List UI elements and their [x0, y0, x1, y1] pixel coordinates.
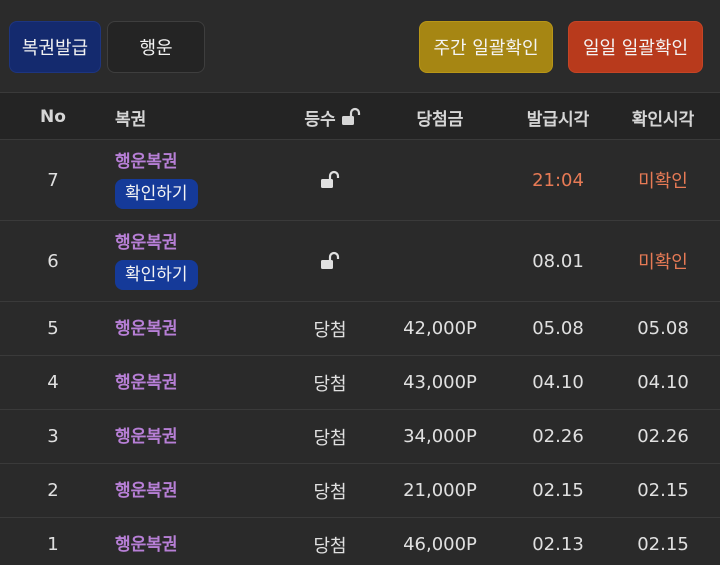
row-check-time: 04.10: [637, 372, 689, 393]
table-row: 3 행운복권 당첨 34,000P 02.26 02.26: [0, 410, 720, 464]
lottery-name-link[interactable]: 행운복권: [115, 151, 178, 173]
row-no: 2: [47, 480, 59, 501]
row-no: 4: [47, 372, 59, 393]
header-issue-time: 발급시각: [526, 109, 590, 130]
row-prize: 21,000P: [403, 480, 477, 501]
unlock-icon[interactable]: [319, 170, 341, 190]
row-no: 7: [47, 169, 59, 191]
table-row: 6 행운복권 확인하기 08.01 미확인: [0, 221, 720, 302]
row-issue-time: 08.01: [532, 250, 584, 272]
row-rank: 당첨: [313, 319, 347, 341]
row-issue-time: 02.13: [532, 534, 584, 555]
row-check-time: 05.08: [637, 318, 689, 339]
row-name-cell: 행운복권: [115, 356, 295, 409]
row-rank: 당첨: [313, 373, 347, 395]
row-issue-time: 02.15: [532, 480, 584, 501]
row-prize: 34,000P: [403, 426, 477, 447]
row-name-cell: 행운복권 확인하기: [115, 221, 295, 301]
lottery-name-link[interactable]: 행운복권: [115, 232, 178, 254]
row-prize: 42,000P: [403, 318, 477, 339]
table-header: No 복권 등수 당첨금 발급시각 확인시각: [0, 92, 720, 140]
issue-lottery-button[interactable]: 복권발급: [9, 21, 101, 73]
row-no: 1: [47, 534, 59, 555]
row-prize: [390, 140, 490, 220]
unlock-icon[interactable]: [319, 251, 341, 271]
header-rank-wrap: 등수: [298, 93, 368, 141]
table-row: 4 행운복권 당첨 43,000P 04.10 04.10: [0, 356, 720, 410]
lottery-page: 복권발급 행운 주간 일괄확인 일일 일괄확인 No 복권 등수 당첨금 발급시…: [0, 0, 720, 565]
row-rank: 당첨: [313, 481, 347, 503]
lottery-name-link[interactable]: 행운복권: [115, 480, 178, 502]
header-prize: 당첨금: [416, 109, 464, 130]
lottery-table: No 복권 등수 당첨금 발급시각 확인시각 7 행운복권 확인하기 21:04…: [0, 92, 720, 565]
row-prize: [390, 221, 490, 301]
table-row: 2 행운복권 당첨 21,000P 02.15 02.15: [0, 464, 720, 518]
table-row: 5 행운복권 당첨 42,000P 05.08 05.08: [0, 302, 720, 356]
row-name-cell: 행운복권: [115, 410, 295, 463]
lottery-name-link[interactable]: 행운복권: [115, 372, 178, 394]
header-name: 복권: [115, 109, 147, 130]
row-name-cell: 행운복권 확인하기: [115, 140, 295, 220]
header-check-time: 확인시각: [631, 109, 695, 130]
row-check-time: 02.15: [637, 480, 689, 501]
row-issue-time: 05.08: [532, 318, 584, 339]
row-check-time: 미확인: [638, 252, 688, 273]
row-no: 5: [47, 318, 59, 339]
lottery-name-link[interactable]: 행운복권: [115, 534, 178, 556]
row-prize: 43,000P: [403, 372, 477, 393]
row-rank: 당첨: [313, 535, 347, 557]
header-no: No: [40, 107, 66, 127]
row-check-time: 02.15: [637, 534, 689, 555]
row-rank: [300, 140, 360, 220]
row-rank: 당첨: [313, 427, 347, 449]
row-issue-time: 02.26: [532, 426, 584, 447]
unlock-icon[interactable]: [340, 107, 362, 127]
confirm-button[interactable]: 확인하기: [115, 179, 198, 209]
row-check-time: 02.26: [637, 426, 689, 447]
row-issue-time: 04.10: [532, 372, 584, 393]
table-row: 7 행운복권 확인하기 21:04 미확인: [0, 140, 720, 221]
row-name-cell: 행운복권: [115, 518, 295, 565]
row-no: 3: [47, 426, 59, 447]
header-rank-group: 등수: [304, 105, 361, 130]
daily-bulk-check-button[interactable]: 일일 일괄확인: [568, 21, 703, 73]
row-issue-time: 21:04: [532, 169, 584, 191]
lottery-name-link[interactable]: 행운복권: [115, 318, 178, 340]
lottery-name-link[interactable]: 행운복권: [115, 426, 178, 448]
row-name-cell: 행운복권: [115, 302, 295, 355]
confirm-button[interactable]: 확인하기: [115, 260, 198, 290]
luck-tab-button[interactable]: 행운: [107, 21, 205, 73]
table-row: 1 행운복권 당첨 46,000P 02.13 02.15: [0, 518, 720, 565]
header-rank: 등수: [304, 109, 336, 130]
row-no: 6: [47, 250, 59, 272]
toolbar: 복권발급 행운 주간 일괄확인 일일 일괄확인: [0, 0, 720, 92]
row-rank: [300, 221, 360, 301]
row-prize: 46,000P: [403, 534, 477, 555]
weekly-bulk-check-button[interactable]: 주간 일괄확인: [419, 21, 553, 73]
row-name-cell: 행운복권: [115, 464, 295, 517]
row-check-time: 미확인: [638, 171, 688, 192]
